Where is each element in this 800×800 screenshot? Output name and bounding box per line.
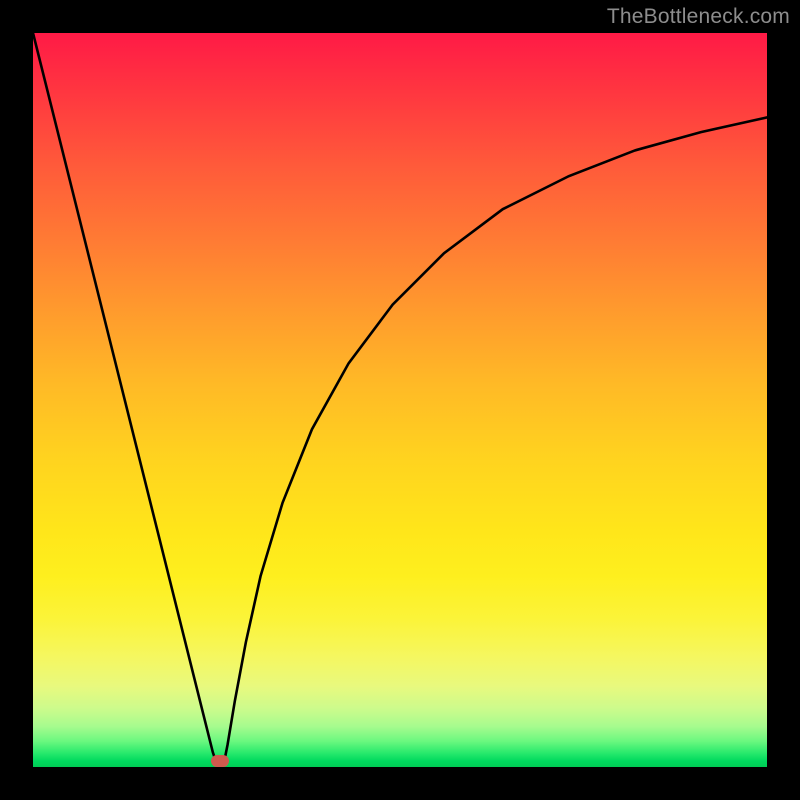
curve-left-branch — [33, 33, 217, 763]
plot-area — [33, 33, 767, 767]
watermark-text: TheBottleneck.com — [607, 5, 790, 29]
chart-stage: TheBottleneck.com — [0, 0, 800, 800]
optimal-point-marker — [211, 755, 229, 767]
curve-layer — [33, 33, 767, 767]
curve-right-branch — [224, 117, 767, 763]
